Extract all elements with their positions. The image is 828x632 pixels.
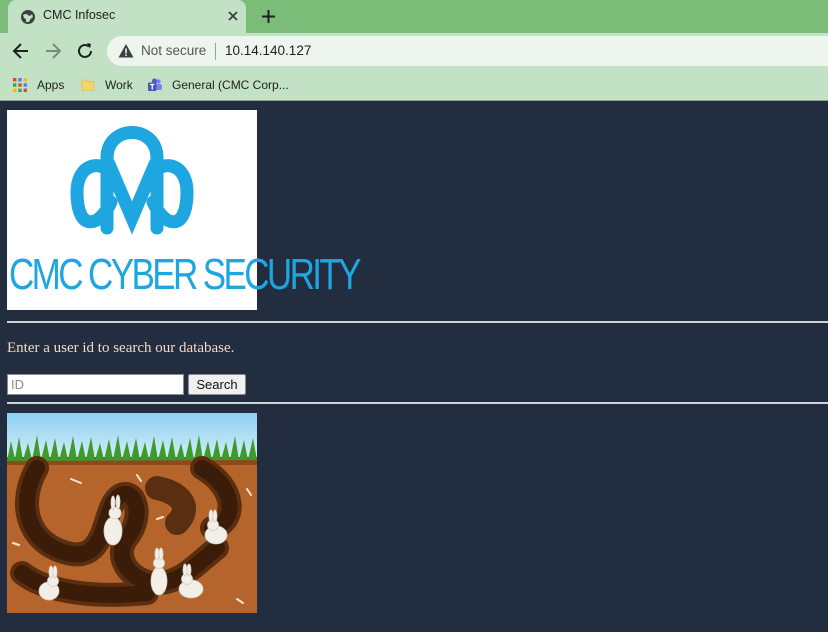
new-tab-icon[interactable]	[260, 8, 277, 25]
address-bar[interactable]: Not secure 10.14.140.127	[107, 36, 828, 66]
logo: CMC CYBER SECURITY	[7, 110, 362, 310]
bookmark-work[interactable]: Work	[81, 75, 133, 95]
divider	[7, 321, 828, 323]
divider	[215, 43, 216, 60]
search-button[interactable]: Search	[188, 374, 246, 395]
user-id-input[interactable]	[7, 374, 184, 395]
teams-icon	[148, 78, 162, 91]
forward-arrow-icon[interactable]	[42, 40, 64, 62]
bookmarks-bar: Apps Work General (CMC Corp...	[0, 69, 828, 101]
bookmark-label: Work	[105, 78, 133, 92]
bookmark-label: General (CMC Corp...	[172, 78, 289, 92]
tab-strip: CMC Infosec	[0, 0, 828, 33]
globe-icon	[21, 10, 35, 24]
rabbit-burrow-image	[7, 413, 257, 613]
search-prompt: Enter a user id to search our database.	[7, 340, 235, 356]
warning-icon[interactable]	[118, 43, 134, 59]
browser-tab[interactable]: CMC Infosec	[8, 0, 246, 33]
web-page: CMC CYBER SECURITY Enter a user id to se…	[0, 102, 828, 632]
reload-icon[interactable]	[74, 40, 96, 62]
tab-title: CMC Infosec	[43, 8, 116, 22]
back-arrow-icon[interactable]	[10, 40, 32, 62]
divider	[7, 402, 828, 404]
close-icon[interactable]	[226, 9, 240, 23]
url-text[interactable]: 10.14.140.127	[225, 43, 311, 58]
bookmark-general[interactable]: General (CMC Corp...	[148, 75, 289, 95]
cmc-logo-mark	[70, 126, 194, 235]
bookmark-label: Apps	[37, 78, 65, 92]
security-label[interactable]: Not secure	[141, 43, 206, 58]
apps-grid-icon	[13, 78, 27, 92]
logo-text: CMC CYBER SECURITY	[9, 250, 362, 299]
folder-icon	[81, 79, 95, 91]
browser-toolbar: Not secure 10.14.140.127	[0, 33, 828, 69]
bookmark-apps[interactable]: Apps	[13, 75, 64, 95]
